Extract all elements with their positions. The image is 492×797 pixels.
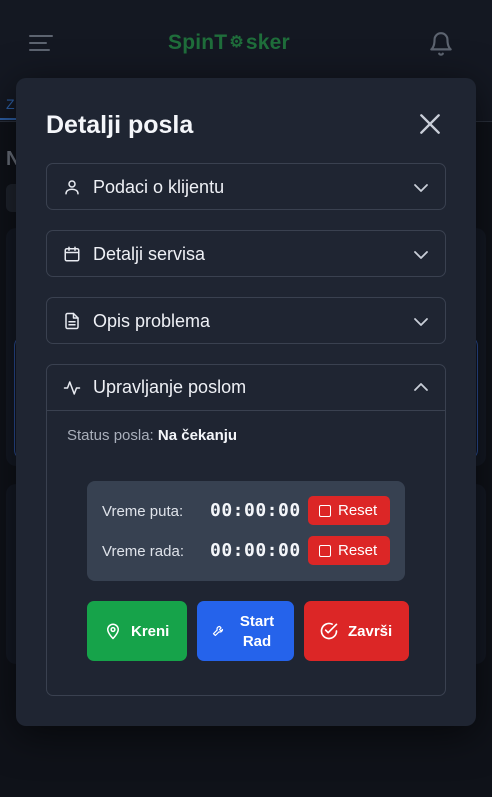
- activity-icon: [63, 381, 81, 395]
- section-label: Podaci o klijentu: [93, 177, 225, 197]
- timer-row-travel: Vreme puta: 00:00:00 Reset: [102, 496, 392, 526]
- chevron-down-icon: [414, 184, 428, 192]
- section-client-info[interactable]: Podaci o klijentu: [46, 163, 446, 210]
- section-job-management: Upravljanje poslom Status posla: Na čeka…: [46, 364, 446, 696]
- status-value: Na čekanju: [157, 427, 238, 444]
- square-icon: [319, 505, 331, 517]
- start-rad-button[interactable]: Start Rad: [197, 601, 294, 661]
- button-label-line2: Rad: [242, 633, 272, 650]
- background-tab: Z: [6, 96, 15, 112]
- menu-icon[interactable]: [29, 34, 53, 54]
- section-job-management-header[interactable]: Upravljanje poslom: [47, 365, 445, 411]
- calendar-icon: [64, 246, 80, 262]
- section-service-details[interactable]: Detalji servisa: [46, 230, 446, 277]
- chevron-down-icon: [414, 251, 428, 259]
- chevron-up-icon: [414, 383, 428, 391]
- timer-value: 00:00:00: [210, 540, 301, 561]
- section-problem-description[interactable]: Opis problema: [46, 297, 446, 344]
- job-details-modal: Detalji posla Podaci o klijentu Detalji …: [16, 78, 476, 726]
- square-icon: [319, 545, 331, 557]
- bell-icon[interactable]: [428, 30, 454, 58]
- section-label: Detalji servisa: [93, 244, 206, 264]
- section-label: Opis problema: [93, 311, 211, 331]
- reset-work-button[interactable]: Reset: [308, 536, 390, 565]
- document-icon: [65, 312, 79, 330]
- button-label: Kreni: [131, 623, 170, 640]
- check-circle-icon: [320, 622, 338, 640]
- button-label: Završi: [348, 623, 393, 640]
- status-label: Status posla:: [67, 427, 154, 444]
- kreni-button[interactable]: Kreni: [87, 601, 187, 661]
- reset-label: Reset: [338, 542, 378, 559]
- timer-label: Vreme puta:: [102, 503, 184, 520]
- zavrsi-button[interactable]: Završi: [304, 601, 409, 661]
- section-label: Upravljanje poslom: [93, 377, 247, 397]
- button-label: Start Rad: [229, 612, 285, 652]
- wrench-icon: [212, 625, 224, 637]
- job-status: Status posla: Na čekanju: [67, 427, 237, 444]
- timer-value: 00:00:00: [210, 500, 301, 521]
- reset-label: Reset: [338, 502, 378, 519]
- reset-travel-button[interactable]: Reset: [308, 496, 390, 525]
- app-header: SpinT ⚙sker: [0, 0, 492, 88]
- modal-title: Detalji posla: [46, 111, 194, 139]
- timer-row-work: Vreme rada: 00:00:00 Reset: [102, 536, 392, 566]
- chevron-down-icon: [414, 318, 428, 326]
- close-icon[interactable]: [417, 111, 443, 137]
- timers-panel: Vreme puta: 00:00:00 Reset Vreme rada: 0…: [87, 481, 405, 581]
- timer-label: Vreme rada:: [102, 543, 184, 560]
- app-logo: SpinT ⚙sker: [168, 31, 290, 54]
- button-label-line1: Start: [239, 613, 275, 630]
- map-pin-icon: [107, 623, 119, 640]
- user-icon: [65, 180, 79, 195]
- gear-icon: ⚙: [229, 34, 244, 51]
